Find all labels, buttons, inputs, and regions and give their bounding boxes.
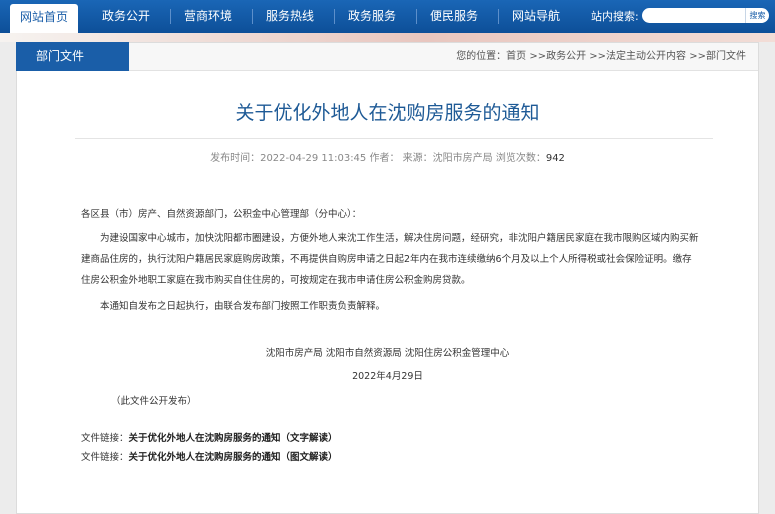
paragraph-explanation: 本通知自发布之日起执行，由联合发布部门按照工作职责负责解释。 [100,301,386,312]
article-meta-text: 发布时间：2022-04-29 11:03:45 作者： 来源：沈阳市房产局 浏… [210,153,546,164]
issuing-agencies: 沈阳市房产局 沈阳市自然资源局 沈阳住房公积金管理中心 [265,348,510,359]
nav-convenience[interactable]: 便民服务 [418,0,490,33]
title-divider [75,138,713,139]
dept-files-tab[interactable]: 部门文件 [16,42,129,71]
nav-service-hotline[interactable]: 服务热线 [254,0,326,33]
nav-divider [170,9,171,24]
top-nav: 网站首页 政务公开 营商环境 服务热线 政务服务 便民服务 网站导航 站内搜索:… [0,0,775,33]
breadcrumb[interactable]: 您的位置：首页 >>政务公开 >>法定主动公开内容 >>部门文件 [456,43,746,70]
nav-business-env[interactable]: 营商环境 [172,0,244,33]
search-label: 站内搜索: [591,10,639,23]
article-title: 关于优化外地人在沈购房服务的通知 [235,102,540,124]
header-banner [0,33,775,42]
file-link-graphic-reading: 文件链接：关于优化外地人在沈购房服务的通知（图文解读） [81,449,338,463]
salutation: 各区县（市）房产、自然资源部门，公积金中心管理部（分中心）： [81,209,362,220]
view-count: 942 [545,153,565,164]
article-meta: 发布时间：2022-04-29 11:03:45 作者： 来源：沈阳市房产局 浏… [17,149,758,164]
nav-gov-services[interactable]: 政务服务 [336,0,408,33]
paragraph-main: 为建设国家中心城市，加快沈阳都市圈建设，方便外地人来沈工作生活，解决住房问题，经… [81,233,699,286]
nav-divider [252,9,253,24]
nav-divider [334,9,335,24]
file-link-anchor[interactable]: 关于优化外地人在沈购房服务的通知（图文解读） [129,452,338,463]
nav-home[interactable]: 网站首页 [10,4,78,33]
file-link-prefix: 文件链接： [81,452,129,463]
issue-date: 2022年4月29日 [352,371,423,382]
public-note: （此文件公开发布） [111,396,197,407]
nav-gov-affairs-public[interactable]: 政务公开 [90,0,162,33]
file-link-prefix: 文件链接： [81,433,129,444]
nav-site-map[interactable]: 网站导航 [500,0,572,33]
search-button[interactable]: 搜索 [745,8,769,23]
file-link-anchor[interactable]: 关于优化外地人在沈购房服务的通知（文字解读） [129,433,338,444]
nav-divider [498,9,499,24]
panel-header: 部门文件 您的位置：首页 >>政务公开 >>法定主动公开内容 >>部门文件 [16,42,758,71]
search-input[interactable] [642,8,745,23]
content-panel: 部门文件 您的位置：首页 >>政务公开 >>法定主动公开内容 >>部门文件 关于… [16,42,759,514]
nav-divider [416,9,417,24]
file-link-text-reading: 文件链接：关于优化外地人在沈购房服务的通知（文字解读） [81,430,338,444]
